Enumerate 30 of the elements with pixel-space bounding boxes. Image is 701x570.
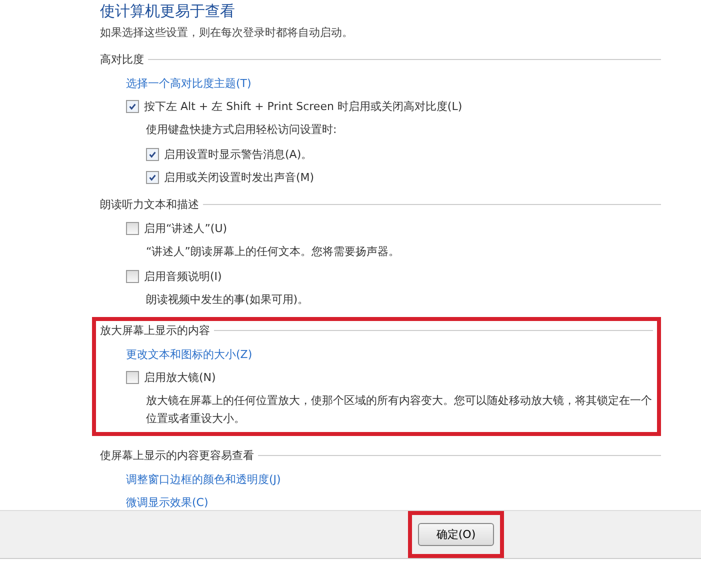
checkbox[interactable] — [126, 222, 139, 234]
checkbox-label: 启用或关闭设置时发出声音(M) — [164, 170, 314, 184]
checkbox-label: 启用放大镜(N) — [144, 370, 216, 384]
description-text: “讲述人”朗读屏幕上的任何文本。您将需要扬声器。 — [146, 244, 400, 260]
settings-link[interactable]: 选择一个高对比度主题(T) — [126, 76, 252, 90]
section-heading: 高对比度 — [100, 52, 144, 66]
section-heading: 放大屏幕上显示的内容 — [100, 322, 210, 338]
description-text: 朗读视频中发生的事(如果可用)。 — [146, 292, 309, 308]
checkbox-label: 启用“讲述人”(U) — [144, 220, 228, 236]
check-icon — [128, 102, 137, 110]
checkbox[interactable] — [146, 148, 159, 160]
page-title: 使计算机更易于查看 — [100, 2, 236, 21]
checkbox-label: 启用设置时显示警告消息(A)。 — [164, 146, 312, 162]
description-text: 使用键盘快捷方式启用轻松访问设置时: — [146, 122, 337, 138]
page-subtitle: 如果选择这些设置，则在每次登录时都将自动启动。 — [100, 25, 354, 40]
checkbox[interactable] — [126, 270, 139, 282]
ok-button[interactable]: 确定(O) — [418, 523, 494, 546]
checkbox-label: 启用音频说明(I) — [144, 268, 222, 284]
settings-link[interactable]: 微调显示效果(C) — [126, 494, 208, 510]
description-text: 放大镜在屏幕上的任何位置放大，使那个区域的所有内容变大。您可以随处移动放大镜，将其锁定在一个位置或者重设大小。 — [146, 393, 653, 427]
section-heading: 使屏幕上显示的内容更容易查看 — [100, 448, 254, 462]
checkbox[interactable] — [126, 100, 139, 112]
checkbox[interactable] — [146, 170, 159, 184]
check-icon — [148, 172, 157, 182]
section-heading: 朗读听力文本和描述 — [100, 196, 199, 212]
checkbox-label: 按下左 Alt + 左 Shift + Print Screen 时启用或关闭高对比度(L) — [144, 98, 462, 114]
settings-link[interactable]: 更改文本和图标的大小(Z) — [126, 346, 252, 362]
checkbox[interactable] — [126, 370, 139, 384]
check-icon — [148, 150, 157, 158]
settings-link[interactable]: 调整窗口边框的颜色和透明度(J) — [126, 472, 281, 486]
